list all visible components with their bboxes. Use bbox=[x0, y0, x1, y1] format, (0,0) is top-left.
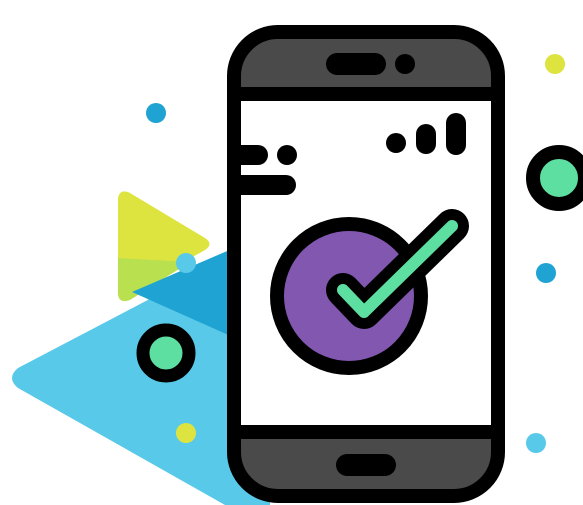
phone-home-button bbox=[336, 454, 396, 476]
dot-yellow-bottom bbox=[176, 423, 196, 443]
signal-bar-3 bbox=[446, 113, 466, 155]
dot-light-blue-bottom-right bbox=[526, 433, 546, 453]
phone-camera bbox=[395, 54, 415, 74]
ring-left bbox=[136, 323, 196, 383]
illustration-canvas bbox=[0, 0, 583, 505]
text-line-2 bbox=[241, 175, 296, 195]
phone-speaker bbox=[326, 53, 386, 75]
text-line-1 bbox=[241, 145, 268, 165]
dot-light-blue-mid bbox=[176, 253, 196, 273]
phone-check-illustration bbox=[12, 25, 583, 505]
text-dot bbox=[277, 145, 297, 165]
dot-blue-right bbox=[536, 263, 556, 283]
ring-right bbox=[526, 145, 583, 211]
dot-blue-top-left bbox=[146, 103, 166, 123]
dot-yellow-top-right bbox=[545, 54, 565, 74]
signal-bar-2 bbox=[416, 124, 436, 154]
signal-bar-1 bbox=[386, 133, 406, 153]
